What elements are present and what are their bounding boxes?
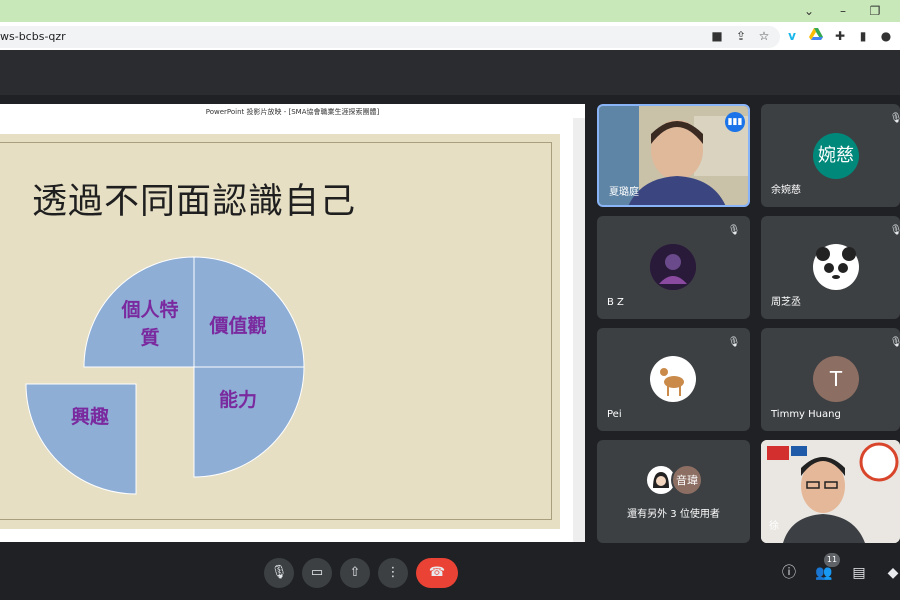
drive-icon[interactable]	[807, 27, 825, 45]
participant-tile-speaker[interactable]: ▮▮▮ 夏璐庭	[597, 104, 750, 207]
mic-off-icon: 🎙	[727, 225, 741, 236]
participant-tile[interactable]: Pei 🎙	[597, 328, 750, 431]
star-icon[interactable]: ☆	[755, 27, 773, 45]
quadrant-diagram	[25, 256, 305, 495]
participant-name: 徐	[769, 521, 779, 532]
participant-name: Pei	[607, 409, 622, 420]
hangup-icon: ☎	[428, 565, 446, 580]
avatar	[650, 356, 696, 402]
others-tile[interactable]: 音瑋 還有另外 3 位使用者	[597, 440, 750, 543]
quadrant-ability	[193, 366, 305, 478]
present-button[interactable]: ⇧	[340, 558, 370, 588]
participant-tile[interactable]: 婉慈 余婉慈 🎙	[761, 104, 900, 207]
avatar	[813, 244, 859, 290]
slide-title: 透過不同面認識自己	[32, 182, 357, 222]
avatar: T	[813, 356, 859, 402]
share-icon[interactable]: ⇪	[732, 27, 750, 45]
participant-tile[interactable]: T Timmy Huang 🎙	[761, 328, 900, 431]
chat-icon[interactable]: ▤	[848, 562, 870, 584]
chevron-down-icon[interactable]: ⌄	[800, 2, 818, 20]
url-text[interactable]: ws-bcbs-qzr	[0, 29, 66, 45]
avatar: 婉慈	[813, 133, 859, 179]
info-icon[interactable]: ⓘ	[778, 562, 800, 584]
participant-name: Timmy Huang	[771, 409, 841, 420]
presentation-scroll-area	[573, 118, 585, 542]
browser-title-bar	[0, 0, 900, 22]
quadrant-label-values: 價值觀	[209, 315, 267, 337]
mic-off-icon: 🎙	[889, 337, 900, 348]
extensions-icon[interactable]: ✚	[831, 27, 849, 45]
participant-name: 夏璐庭	[609, 187, 639, 198]
avatar: 音瑋	[671, 464, 703, 496]
restore-icon[interactable]: ❐	[866, 2, 884, 20]
powerpoint-window-title: PowerPoint 投影片放映 - [SMA協會職業生涯探索團體]	[205, 108, 380, 116]
participant-name: 周芝丞	[771, 297, 801, 308]
more-icon: ⋮	[386, 565, 400, 580]
camera-icon[interactable]: ■	[708, 27, 726, 45]
quadrant-label-line2: 質	[140, 327, 160, 349]
mic-off-icon: 🎙	[889, 225, 900, 236]
participant-tile[interactable]: 周芝丞 🎙	[761, 216, 900, 319]
quadrant-label-ability: 能力	[218, 389, 257, 411]
sidebar-icon[interactable]: ▮	[854, 27, 872, 45]
speaking-indicator-icon: ▮▮▮	[725, 112, 745, 132]
people-count-badge: 11	[824, 553, 840, 567]
camera-button[interactable]: ▭	[302, 558, 332, 588]
mic-off-icon: 🎙	[727, 337, 741, 348]
quadrant-label-line1: 個人特	[121, 299, 179, 321]
hangup-button[interactable]: ☎	[416, 558, 458, 588]
participant-name: B Z	[607, 297, 624, 308]
vimeo-icon[interactable]: v	[783, 27, 801, 45]
participant-name: 余婉慈	[771, 185, 801, 196]
profile-icon[interactable]: ●	[877, 27, 895, 45]
activities-icon[interactable]: ◆	[882, 562, 900, 584]
avatar	[650, 244, 696, 290]
participant-tile[interactable]: B Z 🎙	[597, 216, 750, 319]
meeting-top-band	[0, 50, 900, 95]
mic-icon: 🎙	[270, 565, 288, 580]
mic-off-icon: 🎙	[889, 113, 900, 124]
minimize-icon[interactable]: –	[834, 2, 852, 20]
participant-video	[761, 440, 900, 543]
quadrant-label-interest: 興趣	[70, 406, 109, 428]
more-options-button[interactable]: ⋮	[378, 558, 408, 588]
address-bar[interactable]	[0, 26, 780, 48]
participant-tile-video[interactable]: 徐	[761, 440, 900, 543]
quadrant-label-personal-traits: 個人特 質	[112, 296, 188, 352]
camera-icon: ▭	[310, 565, 324, 580]
present-icon: ⇧	[349, 565, 361, 580]
mic-button[interactable]: 🎙	[264, 558, 294, 588]
quadrant-interest	[25, 383, 137, 495]
others-count-label: 還有另外 3 位使用者	[627, 509, 720, 520]
